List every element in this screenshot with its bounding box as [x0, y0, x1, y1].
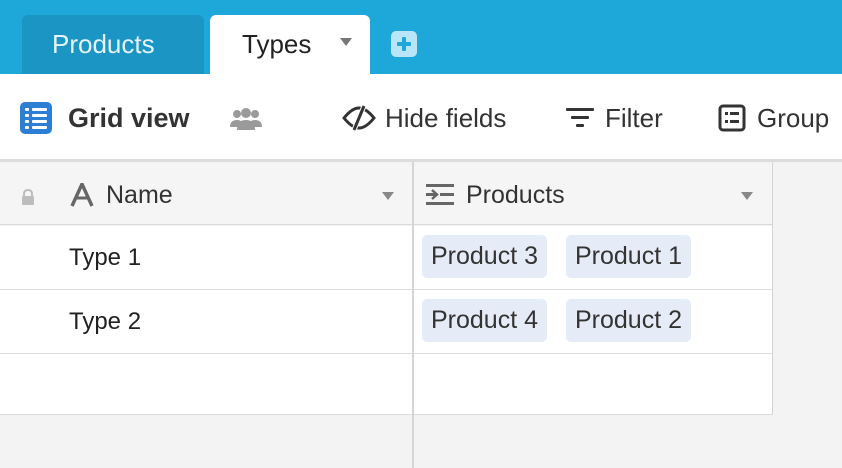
filter-label[interactable]: Filter — [605, 74, 663, 162]
column-header-name[interactable]: Name — [106, 165, 173, 225]
tab-types-label: Types — [242, 29, 312, 59]
add-table-icon[interactable] — [391, 31, 417, 57]
tab-products-label: Products — [52, 29, 155, 59]
column-name-menu-icon[interactable] — [382, 192, 394, 200]
column-divider[interactable] — [412, 162, 414, 468]
group-button[interactable] — [718, 74, 746, 162]
text-a-icon — [70, 183, 94, 207]
table-tab-bar: Products Types — [0, 0, 842, 74]
hide-fields-button[interactable] — [342, 74, 376, 162]
column-products-menu-icon[interactable] — [741, 192, 753, 200]
filter-button[interactable] — [566, 74, 594, 162]
hide-fields-label[interactable]: Hide fields — [385, 74, 506, 162]
linked-record-chip[interactable]: Product 3 — [422, 235, 548, 278]
tab-types[interactable]: Types — [210, 15, 370, 74]
column-header-name-label: Name — [106, 180, 173, 209]
grid-header-row: Name Products — [0, 165, 773, 225]
name-cell[interactable]: Type 1 — [69, 226, 141, 289]
view-toolbar: Grid view Hide fields Filter Group — [0, 74, 842, 162]
add-row[interactable] — [0, 354, 773, 415]
linked-records-icon — [426, 184, 454, 205]
view-name-label[interactable]: Grid view — [68, 74, 190, 162]
lock-icon — [22, 189, 34, 205]
column-header-products[interactable]: Products — [466, 165, 565, 225]
hide-fields-icon — [342, 105, 376, 131]
table-row[interactable]: Type 2 Product 4 Product 2 — [0, 290, 773, 354]
grid-right-edge — [772, 162, 773, 415]
table-row[interactable]: Type 1 Product 3 Product 1 — [0, 226, 773, 290]
group-label[interactable]: Group — [757, 74, 829, 162]
collaborators-icon[interactable] — [229, 106, 263, 132]
tab-products[interactable]: Products — [22, 15, 204, 74]
linked-record-chip[interactable]: Product 1 — [566, 235, 692, 278]
linked-record-chip[interactable]: Product 4 — [422, 299, 548, 342]
filter-icon — [566, 108, 594, 127]
linked-record-chip[interactable]: Product 2 — [566, 299, 692, 342]
group-icon — [718, 104, 746, 132]
name-cell[interactable]: Type 2 — [69, 290, 141, 353]
column-header-products-label: Products — [466, 180, 565, 209]
grid-view-icon[interactable] — [20, 102, 52, 134]
tab-dropdown-caret-icon[interactable] — [340, 38, 352, 46]
